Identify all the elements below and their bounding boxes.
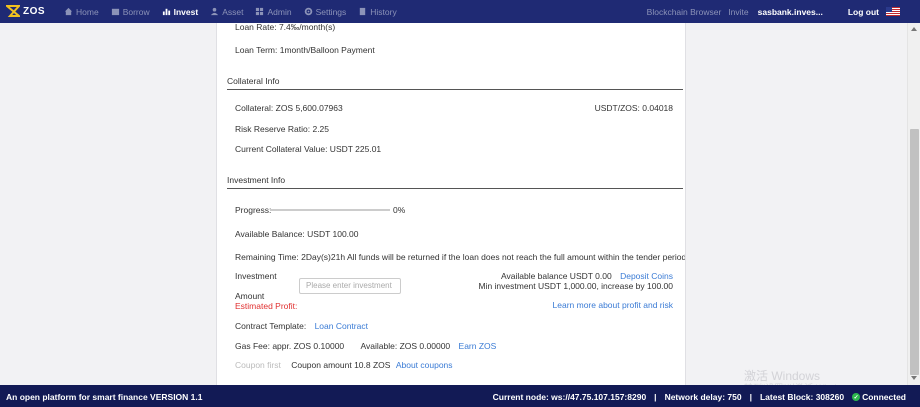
nav-home[interactable]: Home: [64, 7, 99, 17]
investment-amount-placeholder: Please enter investment: [306, 281, 392, 290]
user-account[interactable]: sasbank.inves...: [758, 7, 823, 17]
scroll-down-icon[interactable]: [911, 376, 917, 380]
header-actions: Blockchain Browser Invite sasbank.inves.…: [647, 0, 900, 23]
investment-amount-label-1: Investment: [235, 271, 277, 281]
available-balance-right-text: Available balance USDT 0.00: [500, 271, 612, 281]
nav-asset[interactable]: Asset: [210, 7, 243, 17]
earn-zos-link[interactable]: Earn ZOS: [459, 341, 497, 351]
user-icon: [211, 7, 219, 16]
gear-icon: [304, 7, 312, 16]
loan-detail-card: Loan Rate: 7.4‰/month(s) Loan Term: 1mon…: [216, 23, 686, 385]
status-footer: An open platform for smart finance VERSI…: [0, 385, 920, 407]
nav-invest[interactable]: Invest: [162, 6, 199, 17]
scroll-thumb[interactable]: [910, 129, 919, 375]
remaining-time: Remaining Time: 2Day(s)21h All funds wil…: [235, 252, 686, 262]
footer-separator-2: |: [749, 392, 752, 402]
nav-admin-label: Admin: [267, 6, 292, 17]
contract-template-label: Contract Template:: [235, 321, 307, 331]
logout-button[interactable]: Log out: [848, 7, 879, 17]
progress-bar: [270, 209, 390, 211]
available-zos: Available: ZOS 0.00000: [360, 341, 451, 351]
nav-invest-label: Invest: [173, 6, 199, 17]
bar-chart-icon: [162, 8, 170, 16]
nav-asset-label: Asset: [222, 6, 244, 17]
deposit-coins-link[interactable]: Deposit Coins: [620, 271, 673, 281]
progress-label: Progress:: [235, 205, 272, 215]
available-balance: Available Balance: USDT 100.00: [235, 229, 359, 239]
grid-icon: [256, 7, 264, 16]
current-collateral-value: Current Collateral Value: USDT 225.01: [235, 144, 382, 154]
collateral-section-title: Collateral Info: [227, 76, 280, 86]
coupon-amount: Coupon amount 10.8 ZOS: [291, 360, 391, 370]
coupon-row: Coupon first Coupon amount 10.8 ZOS Abou…: [235, 360, 453, 370]
connected-label: Connected: [862, 392, 906, 402]
connected-check-icon: ✓: [852, 393, 861, 401]
us-flag-icon[interactable]: [886, 7, 900, 16]
about-coupons-link[interactable]: About coupons: [396, 360, 453, 370]
zos-logo-icon: [6, 5, 20, 17]
investment-section-title: Investment Info: [227, 175, 286, 185]
loan-term: Loan Term: 1month/Balloon Payment: [235, 45, 375, 55]
logo-text: ZOS: [23, 5, 46, 17]
investment-divider: [227, 188, 683, 189]
logo[interactable]: ZOS: [6, 4, 45, 18]
home-icon: [64, 7, 73, 16]
nav-borrow-label: Borrow: [122, 6, 150, 17]
wallet-icon: [111, 8, 119, 16]
risk-reserve-ratio: Risk Reserve Ratio: 2.25: [235, 124, 330, 134]
collateral-amount: Collateral: ZOS 5,600.07963: [235, 103, 343, 113]
progress-value: 0%: [393, 205, 406, 215]
investment-amount-input[interactable]: Please enter investment: [299, 278, 401, 294]
connection-status: ✓ Connected: [852, 392, 906, 402]
coupon-first-toggle[interactable]: Coupon first: [235, 360, 281, 370]
invite-link[interactable]: Invite: [728, 7, 748, 17]
footer-separator: |: [654, 392, 657, 402]
watermark-line1: 激活 Windows: [744, 369, 821, 383]
available-balance-right: Available balance USDT 0.00 Deposit Coin…: [501, 271, 673, 281]
nav-home-label: Home: [76, 6, 99, 17]
contract-template: Contract Template: Loan Contract: [235, 321, 368, 331]
nav-admin[interactable]: Admin: [255, 6, 292, 17]
learn-more-link[interactable]: Learn more about profit and risk: [553, 300, 673, 310]
platform-version: An open platform for smart finance VERSI…: [6, 392, 203, 402]
page-scrollbar[interactable]: [907, 23, 920, 385]
file-icon: [360, 7, 366, 16]
usdt-zos-rate: USDT/ZOS: 0.04018: [594, 103, 673, 113]
loan-rate: Loan Rate: 7.4‰/month(s): [235, 23, 336, 32]
current-node: Current node: ws://47.75.107.157:8290: [492, 392, 647, 402]
nav-settings-label: Settings: [315, 6, 347, 17]
latest-block: Latest Block: 308260: [759, 392, 845, 402]
gas-fee-row: Gas Fee: appr. ZOS 0.10000 Available: ZO…: [235, 341, 496, 351]
nav-history[interactable]: History: [358, 6, 397, 17]
estimated-profit: Estimated Profit:: [235, 301, 298, 311]
nav-settings[interactable]: Settings: [304, 6, 347, 17]
network-status: Current node: ws://47.75.107.157:8290 | …: [493, 392, 906, 402]
min-investment: Min investment USDT 1,000.00, increase b…: [478, 281, 673, 291]
blockchain-browser-link[interactable]: Blockchain Browser: [647, 7, 722, 17]
collateral-divider: [227, 89, 683, 90]
loan-contract-link[interactable]: Loan Contract: [315, 321, 368, 331]
nav-history-label: History: [370, 6, 397, 17]
top-navbar: ZOS Home Borrow Invest Asset Admin Setti…: [0, 0, 920, 23]
main-nav: Home Borrow Invest Asset Admin Settings …: [64, 0, 409, 23]
scroll-up-icon[interactable]: [911, 27, 917, 31]
investment-amount-label-2: Amount: [235, 291, 265, 301]
gas-fee: Gas Fee: appr. ZOS 0.10000: [235, 341, 345, 351]
nav-borrow[interactable]: Borrow: [111, 7, 150, 17]
network-delay: Network delay: 750: [664, 392, 742, 402]
